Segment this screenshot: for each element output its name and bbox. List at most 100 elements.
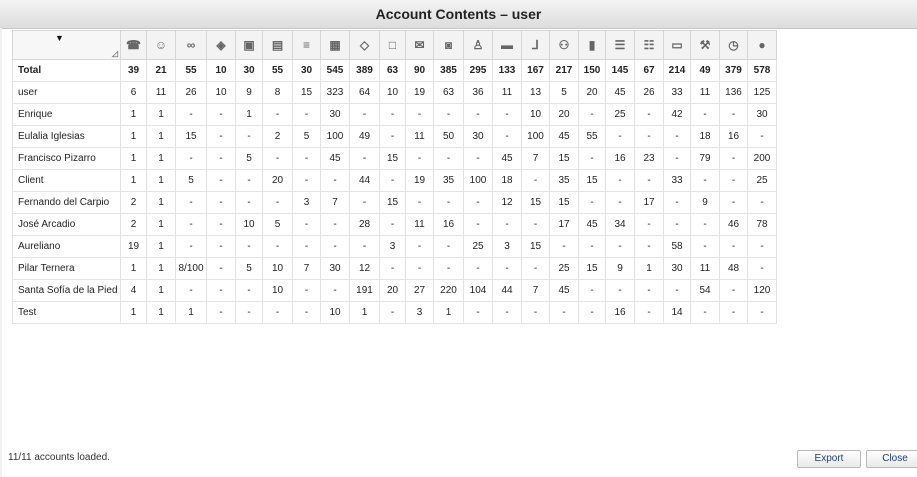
car-icon: ▬ bbox=[501, 38, 513, 52]
column-header[interactable]: ≡ bbox=[292, 30, 321, 60]
count-cell: - bbox=[206, 191, 236, 214]
count-cell: 9 bbox=[690, 191, 720, 214]
column-header[interactable]: ∞ bbox=[175, 30, 207, 60]
count-cell: 1 bbox=[146, 279, 176, 302]
count-cell: 5 bbox=[235, 147, 263, 170]
export-button[interactable]: Export bbox=[797, 450, 861, 468]
count-cell: - bbox=[235, 191, 263, 214]
count-cell: - bbox=[292, 169, 321, 192]
count-cell: - bbox=[521, 301, 550, 324]
count-cell: - bbox=[235, 125, 263, 148]
table-row[interactable]: Test 1 1 1- - - -10 1-3 1- - - - -16-14- - - bbox=[12, 301, 777, 324]
column-header[interactable]: ▦ bbox=[320, 30, 350, 60]
resize-handle-icon[interactable]: ◿ bbox=[112, 49, 118, 58]
count-cell: - bbox=[320, 213, 350, 236]
total-row[interactable]: Total 39 21 55 10 30 55 30 545 389 63 90 385 295 133 16… bbox=[12, 59, 777, 82]
count-cell: 545 bbox=[320, 59, 350, 82]
account-name: Client bbox=[12, 169, 121, 192]
column-header[interactable]: ◙ bbox=[433, 30, 464, 60]
count-cell: 44 bbox=[492, 279, 522, 302]
count-cell: - bbox=[747, 301, 777, 324]
column-header[interactable]: ✉ bbox=[405, 30, 434, 60]
count-cell: - bbox=[463, 147, 493, 170]
count-cell: - bbox=[175, 213, 207, 236]
close-button[interactable]: Close bbox=[866, 450, 917, 468]
count-cell: 9 bbox=[235, 81, 263, 104]
count-cell: 1 bbox=[146, 235, 176, 258]
count-cell: 11 bbox=[405, 213, 434, 236]
count-cell: - bbox=[578, 103, 606, 126]
count-cell: - bbox=[492, 103, 522, 126]
count-cell: 30 bbox=[292, 59, 321, 82]
count-cell: - bbox=[492, 257, 522, 280]
count-cell: 45 bbox=[578, 213, 606, 236]
count-cell: 79 bbox=[690, 147, 720, 170]
column-header[interactable]: ☎ bbox=[120, 30, 147, 60]
count-cell: - bbox=[175, 235, 207, 258]
count-cell: - bbox=[433, 103, 464, 126]
table-row[interactable]: user 6 11 26 10 9 8 15 323 64 10 19 63 36 11 13 5 20 45 26 3… bbox=[12, 81, 777, 104]
count-cell: 15 bbox=[578, 257, 606, 280]
table-row[interactable]: Client 1 1 5- -20- -44-19 35 100 18-35 15- -33- -25 bbox=[12, 169, 777, 192]
count-cell: - bbox=[719, 191, 748, 214]
count-cell: 20 bbox=[549, 103, 579, 126]
count-cell: - bbox=[521, 169, 550, 192]
sort-down-icon[interactable]: ▼ bbox=[55, 33, 64, 43]
count-cell: - bbox=[433, 235, 464, 258]
table-row[interactable]: Enrique 1 1- -1- -30- - - - - -10 20-25-42- -30 bbox=[12, 103, 777, 126]
count-cell: - bbox=[405, 235, 434, 258]
column-header[interactable]: ▣ bbox=[235, 30, 263, 60]
count-cell: - bbox=[379, 125, 406, 148]
count-cell: 7 bbox=[521, 147, 550, 170]
count-cell: 3 bbox=[292, 191, 321, 214]
count-cell: 55 bbox=[262, 59, 293, 82]
column-header[interactable]: ◈ bbox=[206, 30, 236, 60]
table-row[interactable]: Francisco Pizarro 1 1- -5- -45-15- - -45 7 15-16… bbox=[12, 147, 777, 170]
column-header[interactable]: ⅃ bbox=[521, 30, 550, 60]
count-cell: 1 bbox=[349, 301, 380, 324]
table-row[interactable]: Eulalia Iglesias 1 1 15- -2 5 100 49-11 50 30-100… bbox=[12, 125, 777, 148]
count-cell: - bbox=[719, 279, 748, 302]
count-cell: 1 bbox=[175, 301, 207, 324]
folder-icon: ▭ bbox=[671, 38, 683, 52]
column-header[interactable]: ▬ bbox=[492, 30, 522, 60]
column-header[interactable]: □ bbox=[379, 30, 406, 60]
count-cell: 1 bbox=[146, 213, 176, 236]
count-cell: - bbox=[235, 301, 263, 324]
table-row[interactable]: José Arcadio 2 1- -10 5- -28-11 16- - -17 45 34- - -… bbox=[12, 213, 777, 236]
column-header[interactable]: ● bbox=[747, 30, 777, 60]
column-header[interactable]: ☰ bbox=[605, 30, 635, 60]
column-header[interactable]: ⚒ bbox=[690, 30, 720, 60]
count-cell: 35 bbox=[549, 169, 579, 192]
count-cell: 45 bbox=[549, 125, 579, 148]
column-header[interactable]: ◇ bbox=[349, 30, 380, 60]
column-header[interactable]: ☺ bbox=[146, 30, 176, 60]
count-cell: 44 bbox=[349, 169, 380, 192]
column-header[interactable]: ▮ bbox=[578, 30, 606, 60]
count-cell: 9 bbox=[605, 257, 635, 280]
count-cell: - bbox=[292, 213, 321, 236]
table-row[interactable]: Aureliano 19 1- - - - - - -3- -25 3 15- - - -58- - - bbox=[12, 235, 777, 258]
count-cell: - bbox=[175, 103, 207, 126]
column-header[interactable]: ⚇ bbox=[549, 30, 579, 60]
table-row[interactable]: Pilar Ternera 1 1 8/100-5 10 7 30 12- - - - - -25 15 9… bbox=[12, 257, 777, 280]
table-row[interactable]: Fernando del Carpio 2 1- - - -3 7-15- - -12 15 15-… bbox=[12, 191, 777, 214]
count-cell: 63 bbox=[379, 59, 406, 82]
account-name: Francisco Pizarro bbox=[12, 147, 121, 170]
column-header[interactable]: ♙ bbox=[463, 30, 493, 60]
count-cell: - bbox=[634, 103, 664, 126]
name-column-header[interactable]: ▼ ◿ bbox=[12, 30, 121, 60]
table-row[interactable]: Santa Sofía de la Pied 4 1- - -10- -191 20 27 22… bbox=[12, 279, 777, 302]
count-cell: 389 bbox=[349, 59, 380, 82]
count-cell: 20 bbox=[578, 81, 606, 104]
count-cell: - bbox=[262, 301, 293, 324]
column-header[interactable]: ▤ bbox=[262, 30, 293, 60]
column-header[interactable]: ◷ bbox=[719, 30, 748, 60]
count-cell: - bbox=[492, 125, 522, 148]
count-cell: - bbox=[175, 279, 207, 302]
header-row: ▼ ◿ ☎ ☺ ∞ ◈ ▣ ▤ ≡ ▦ ◇ □ ✉ ◙ ♙ ▬ ⅃ ⚇ ▮ ☰ ☷ ▭ ⚒ ◷ ● bbox=[12, 30, 777, 60]
count-cell: - bbox=[634, 169, 664, 192]
column-header[interactable]: ▭ bbox=[663, 30, 691, 60]
count-cell: 2 bbox=[120, 213, 147, 236]
column-header[interactable]: ☷ bbox=[634, 30, 664, 60]
